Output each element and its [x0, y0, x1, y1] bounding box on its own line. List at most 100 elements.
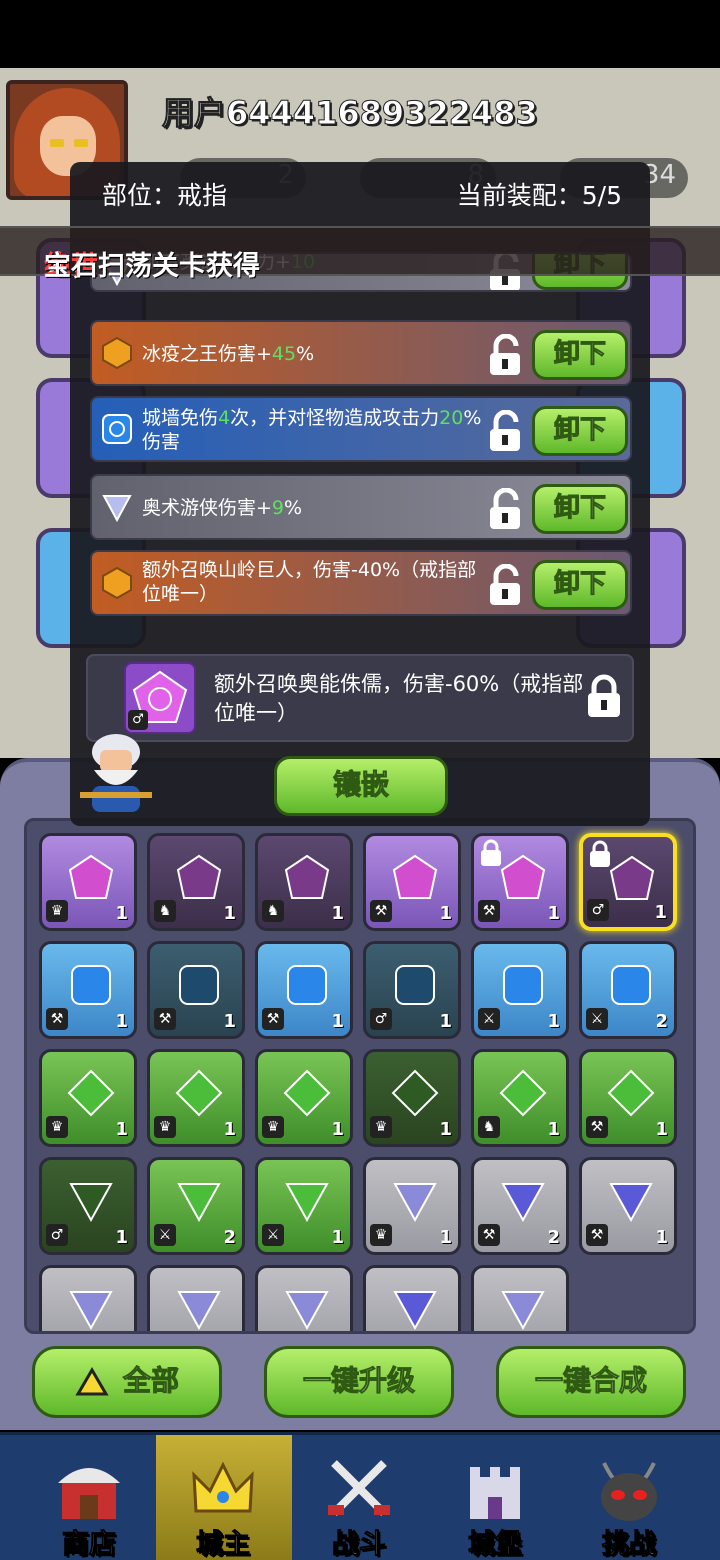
gem-inventory-slot[interactable]: ⚔ 2	[579, 941, 677, 1039]
panel-header: 部位：戒指 当前装配：5/5	[70, 162, 650, 222]
gem-type-icon: ⚒	[478, 1224, 500, 1246]
socket-slot[interactable]: ♂ 额外召唤奥能侏儒，伤害-60%（戒指部位唯一）	[86, 654, 634, 742]
unlock-icon[interactable]	[484, 487, 526, 530]
gem-icon	[66, 1068, 116, 1118]
gem-count: 1	[223, 1119, 236, 1140]
gem-inventory-slot[interactable]: ⚒ 2	[471, 1157, 569, 1255]
lock-icon	[478, 838, 504, 868]
nav-tab-swords[interactable]: 战斗	[292, 1435, 426, 1560]
gem-inventory-slot[interactable]: ♛ 1	[255, 1049, 353, 1147]
gem-count: 1	[439, 903, 452, 924]
merge-all-button[interactable]: 一键合成	[496, 1346, 686, 1418]
gem-type-icon: ♂	[46, 1224, 68, 1246]
lock-icon[interactable]	[584, 674, 624, 718]
unload-button[interactable]: 卸下	[532, 484, 628, 534]
unlock-icon[interactable]	[484, 333, 526, 376]
swords-icon	[324, 1453, 394, 1523]
gem-inventory-slot[interactable]: ⚒ 1	[363, 833, 461, 931]
nav-tab-demon[interactable]: 挑战	[562, 1435, 696, 1560]
nav-tab-crown[interactable]: 城主	[156, 1435, 292, 1560]
gem-inventory-slot[interactable]: ⚒ 1	[255, 941, 353, 1039]
unload-button[interactable]: 卸下	[532, 560, 628, 610]
demon-icon	[594, 1453, 664, 1523]
gem-icon	[282, 1284, 332, 1331]
lock-icon	[587, 839, 613, 869]
gem-type-icon: ♛	[370, 1116, 392, 1138]
gem-icon	[100, 336, 134, 370]
triangle-icon	[75, 1367, 109, 1396]
bonus-description: 冰疫之王伤害+45%	[142, 343, 315, 365]
gem-icon	[174, 960, 224, 1010]
gem-type-icon: ⚔	[154, 1224, 176, 1246]
gem-inventory-slot[interactable]: ⚒ 1	[147, 941, 245, 1039]
gem-inventory-slot[interactable]: ♂ 1	[39, 1157, 137, 1255]
filter-all-label: 全部	[122, 1364, 180, 1398]
gem-icon	[174, 1284, 224, 1331]
nav-label: 城堡	[468, 1529, 523, 1560]
gem-inventory-slot[interactable]: ♛ 1	[39, 1049, 137, 1147]
gem-count: 1	[331, 1119, 344, 1140]
gem-inventory-grid: ♛ 1 ♞ 1 ♞ 1 ⚒ 1 ⚒ 1 ♂ 1 ⚒ 1 ⚒ 1 ⚒ 1 ♂ 1 ⚔ 1 ⚔ 2 ♛ 1 ♛ 1 ♛ 1 ♛ 1 ♞ 1 ⚒ 1 ♂ 1 ⚔ 2…	[24, 818, 696, 1334]
gem-count: 1	[547, 903, 560, 924]
status-bar	[0, 0, 720, 68]
unload-button[interactable]: 卸下	[532, 330, 628, 380]
gem-icon	[390, 852, 440, 902]
gem-icon	[390, 1068, 440, 1118]
gem-icon	[174, 1068, 224, 1118]
gem-inventory-slot[interactable]: ♛ 1	[363, 1157, 461, 1255]
gem-inventory-slot[interactable]: ♞ 1	[147, 833, 245, 931]
gem-count: 1	[439, 1119, 452, 1140]
gem-count: 1	[654, 902, 667, 923]
gem-count: 1	[655, 1119, 668, 1140]
gem-count: 1	[439, 1227, 452, 1248]
gem-inventory-slot[interactable]: ⚒ 1	[471, 833, 569, 931]
gem-inventory-slot[interactable]: ♛ 1	[39, 833, 137, 931]
gem-inventory-slot[interactable]: ⚔ 1	[255, 1157, 353, 1255]
gem-inventory-slot[interactable]: ♛ 1	[147, 1049, 245, 1147]
gem-inventory-slot[interactable]	[147, 1265, 245, 1331]
unlock-icon[interactable]	[484, 409, 526, 452]
nav-tab-castle[interactable]: 城堡	[428, 1435, 562, 1560]
gem-inventory-slot[interactable]	[363, 1265, 461, 1331]
gem-inventory-slot[interactable]: ⚒ 1	[579, 1157, 677, 1255]
gem-icon	[606, 1068, 656, 1118]
unlock-icon[interactable]	[484, 563, 526, 606]
gem-icon	[100, 412, 134, 446]
gem-inventory-slot[interactable]: ♂ 1	[579, 833, 677, 931]
bottom-navigation: 商店 城主 战斗 城堡 挑战	[0, 1432, 720, 1560]
gem-inventory-slot[interactable]: ♂ 1	[363, 941, 461, 1039]
gem-inventory-slot[interactable]: ⚔ 2	[147, 1157, 245, 1255]
gem-count: 1	[439, 1011, 452, 1032]
unload-button[interactable]: 卸下	[532, 406, 628, 456]
nav-tab-shop[interactable]: 商店	[22, 1435, 156, 1560]
gem-inventory-slot[interactable]: ⚒ 1	[39, 941, 137, 1039]
broadcast-marquee: 人，扫荡关卡获得 绝世 宝石	[0, 226, 720, 282]
gem-inventory-slot[interactable]	[471, 1265, 569, 1331]
marquee-text: 宝石	[44, 251, 98, 282]
gem-icon	[390, 1176, 440, 1226]
bonus-description: 城墙免伤4次，并对怪物造成攻击力20%伤害	[142, 407, 482, 453]
gem-icon	[66, 1176, 116, 1226]
gem-inventory-slot[interactable]: ⚔ 1	[471, 941, 569, 1039]
filter-all-button[interactable]: 全部	[32, 1346, 222, 1418]
upgrade-all-button[interactable]: 一键升级	[264, 1346, 454, 1418]
gem-inventory-slot[interactable]	[255, 1265, 353, 1331]
gem-icon	[498, 1284, 548, 1331]
gem-icon	[607, 853, 657, 903]
gem-count: 2	[223, 1227, 236, 1248]
gem-inventory-slot[interactable]: ♛ 1	[363, 1049, 461, 1147]
gem-count: 2	[547, 1227, 560, 1248]
gem-inventory-slot[interactable]: ⚒ 1	[579, 1049, 677, 1147]
gem-type-icon: ⚒	[370, 900, 392, 922]
inlay-button[interactable]: 镶嵌	[274, 756, 448, 816]
gem-count: 1	[655, 1227, 668, 1248]
gem-inventory-slot[interactable]: ♞ 1	[471, 1049, 569, 1147]
socket-gem-icon[interactable]: ♂	[124, 662, 196, 734]
nav-label: 城主	[196, 1529, 251, 1560]
gem-inventory-slot[interactable]	[39, 1265, 137, 1331]
socket-description: 额外召唤奥能侏儒，伤害-60%（戒指部位唯一）	[214, 672, 584, 725]
gem-type-icon: ⚔	[586, 1008, 608, 1030]
gem-inventory-slot[interactable]: ♞ 1	[255, 833, 353, 931]
gem-type-icon: ⚔	[262, 1224, 284, 1246]
equip-count: 当前装配：5/5	[456, 181, 622, 210]
